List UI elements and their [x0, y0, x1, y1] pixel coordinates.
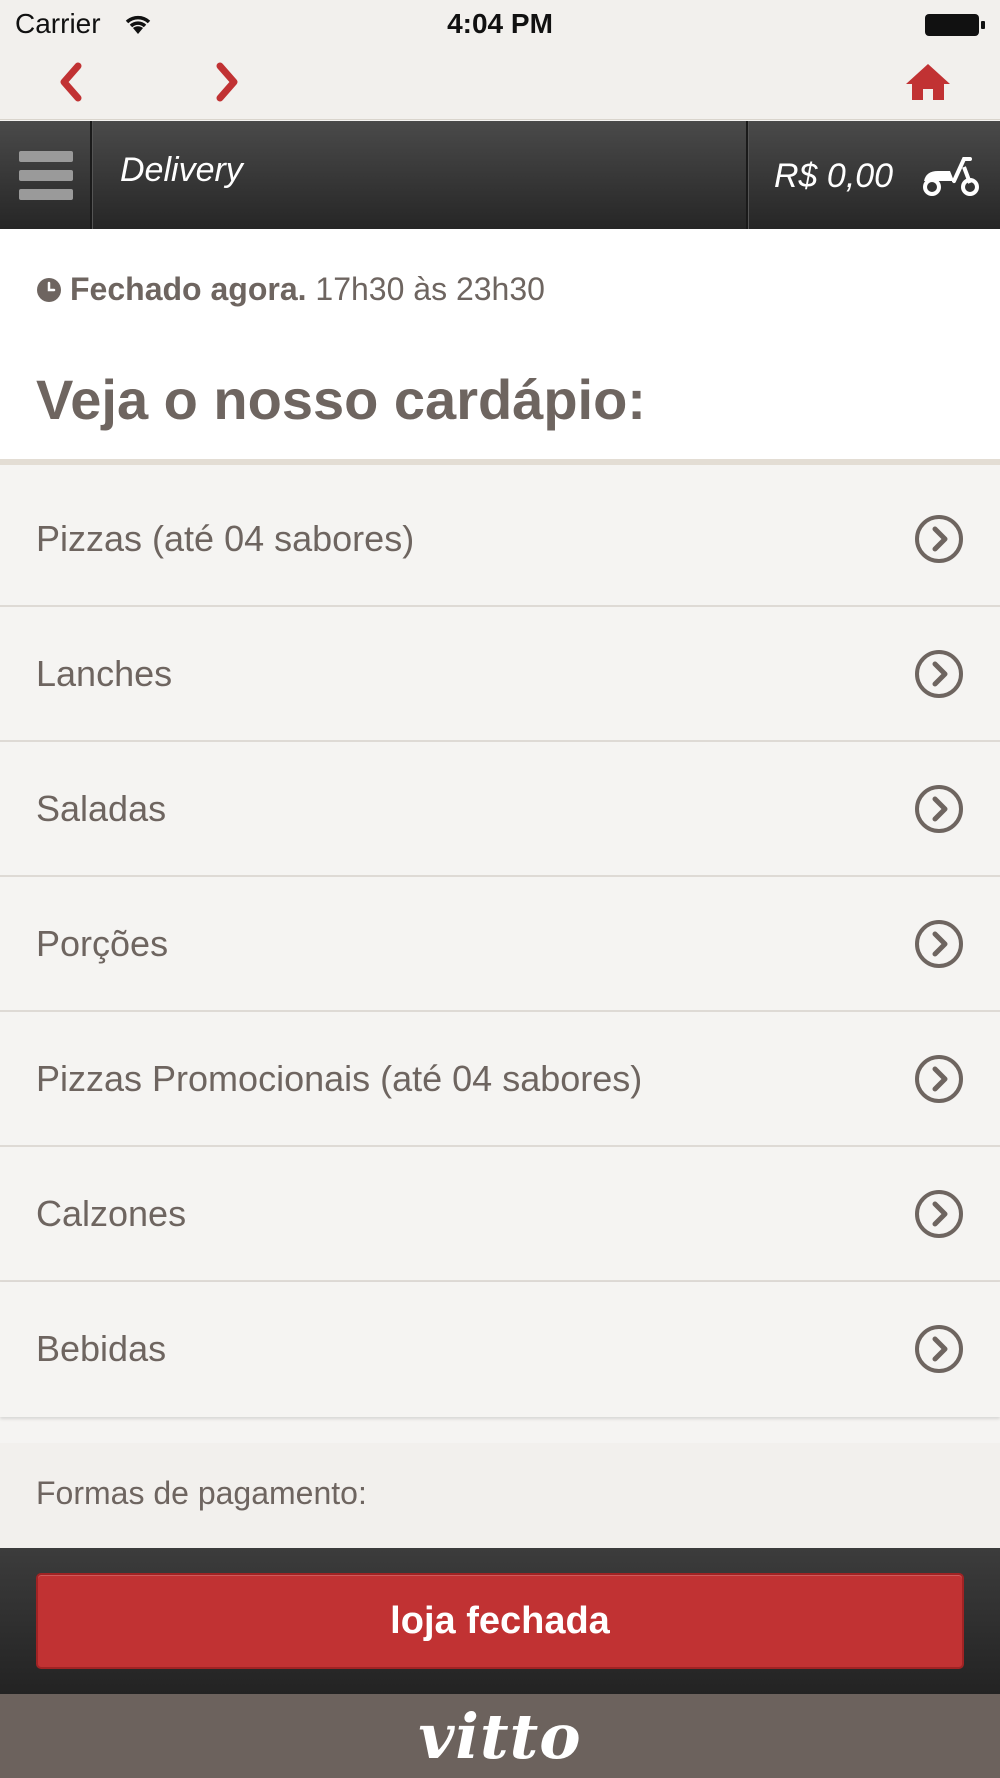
hamburger-menu-icon	[19, 151, 73, 162]
menu-item-label: Porções	[36, 923, 169, 964]
payment-section: Formas de pagamento:	[0, 1443, 1000, 1548]
store-closed-button[interactable]: loja fechada	[36, 1573, 964, 1669]
app-header: Delivery R$ 0,00	[0, 121, 1000, 229]
chevron-circle-right-icon	[915, 1055, 963, 1103]
store-info-card: Fechado agora. 17h30 às 23h30 Veja o nos…	[0, 229, 1000, 465]
payment-label: Formas de pagamento:	[36, 1475, 367, 1511]
footer: vitto	[0, 1694, 1000, 1778]
menu-category-list: Pizzas (até 04 sabores) Lanches Saladas …	[0, 472, 1000, 1417]
hamburger-menu-button[interactable]	[0, 121, 92, 229]
cart-total: R$ 0,00	[774, 157, 894, 195]
chevron-circle-right-icon	[915, 1190, 963, 1238]
chevron-circle-right-icon	[915, 785, 963, 833]
store-status-line: Fechado agora. 17h30 às 23h30	[36, 271, 545, 308]
brand-logo: vitto	[418, 1700, 582, 1773]
clock-icon	[37, 278, 61, 302]
scooter-icon	[923, 157, 979, 196]
chevron-circle-right-icon	[915, 920, 963, 968]
hamburger-line	[19, 170, 73, 181]
menu-item-label: Calzones	[36, 1193, 187, 1234]
cart-button[interactable]: R$ 0,00	[746, 121, 1000, 229]
menu-item-porcoes[interactable]: Porções	[0, 877, 1000, 1012]
store-hours: 17h30 às 23h30	[315, 271, 545, 307]
menu-item-label: Saladas	[36, 788, 167, 829]
menu-item-pizzas[interactable]: Pizzas (até 04 sabores)	[0, 472, 1000, 607]
chevron-circle-right-icon	[915, 515, 963, 563]
menu-item-saladas[interactable]: Saladas	[0, 742, 1000, 877]
menu-item-label: Pizzas (até 04 sabores)	[36, 518, 415, 559]
menu-item-calzones[interactable]: Calzones	[0, 1147, 1000, 1282]
menu-item-pizzas-promocionais[interactable]: Pizzas Promocionais (até 04 sabores)	[0, 1012, 1000, 1147]
menu-item-label: Pizzas Promocionais (até 04 sabores)	[36, 1058, 643, 1099]
battery-icon	[925, 14, 985, 36]
top-bar: Carrier 4:04 PM	[0, 0, 1000, 120]
menu-item-label: Bebidas	[36, 1328, 167, 1369]
hamburger-line	[19, 189, 73, 200]
page-title: Delivery	[120, 151, 243, 189]
chevron-circle-right-icon	[915, 1325, 963, 1373]
status-bar: Carrier 4:04 PM	[0, 0, 1000, 50]
status-time: 4:04 PM	[447, 8, 553, 39]
store-status-closed: Fechado agora.	[70, 271, 307, 307]
chevron-circle-right-icon	[915, 650, 963, 698]
menu-item-bebidas[interactable]: Bebidas	[0, 1282, 1000, 1417]
back-arrow-icon[interactable]	[52, 58, 88, 106]
menu-item-lanches[interactable]: Lanches	[0, 607, 1000, 742]
menu-item-label: Lanches	[36, 653, 173, 694]
home-icon[interactable]	[902, 58, 954, 106]
forward-arrow-icon[interactable]	[210, 58, 246, 106]
action-bar: loja fechada	[0, 1548, 1000, 1694]
menu-heading: Veja o nosso cardápio:	[36, 368, 646, 431]
